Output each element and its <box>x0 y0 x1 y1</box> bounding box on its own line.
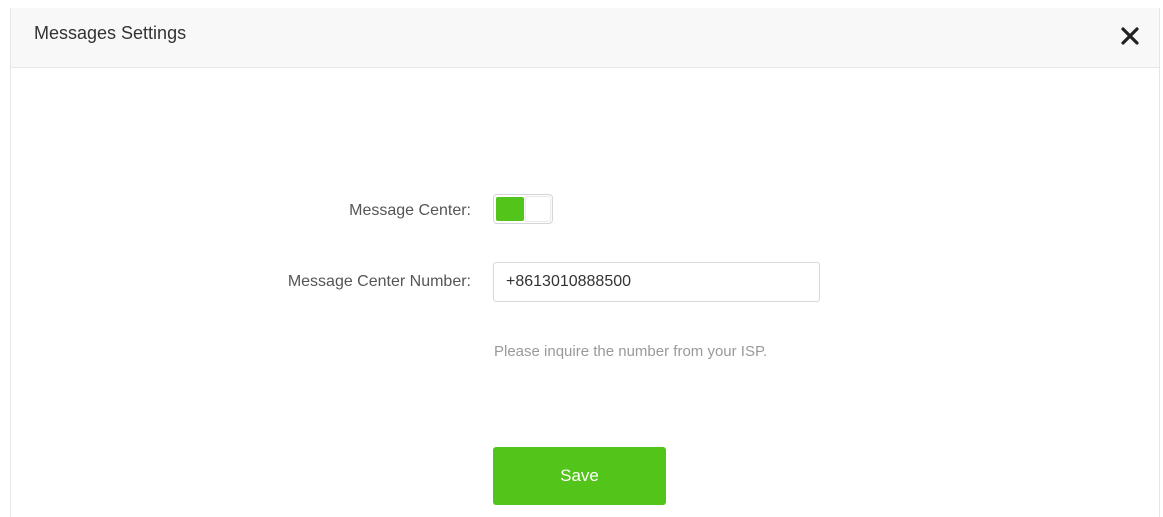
close-button[interactable] <box>1119 25 1141 47</box>
toggle-on-indicator <box>496 197 524 221</box>
dialog-header: Messages Settings <box>11 8 1159 68</box>
close-icon <box>1121 27 1139 45</box>
save-button[interactable]: Save <box>493 447 666 505</box>
messages-settings-dialog: Messages Settings Message Center: Messag… <box>10 8 1160 517</box>
message-center-label: Message Center: <box>349 202 471 219</box>
toggle-knob <box>526 197 550 221</box>
dialog-title: Messages Settings <box>34 23 187 43</box>
message-center-number-input[interactable] <box>493 262 820 302</box>
message-center-number-label: Message Center Number: <box>287 273 471 290</box>
isp-hint-text: Please inquire the number from your ISP. <box>494 343 768 360</box>
message-center-toggle[interactable] <box>493 194 553 224</box>
